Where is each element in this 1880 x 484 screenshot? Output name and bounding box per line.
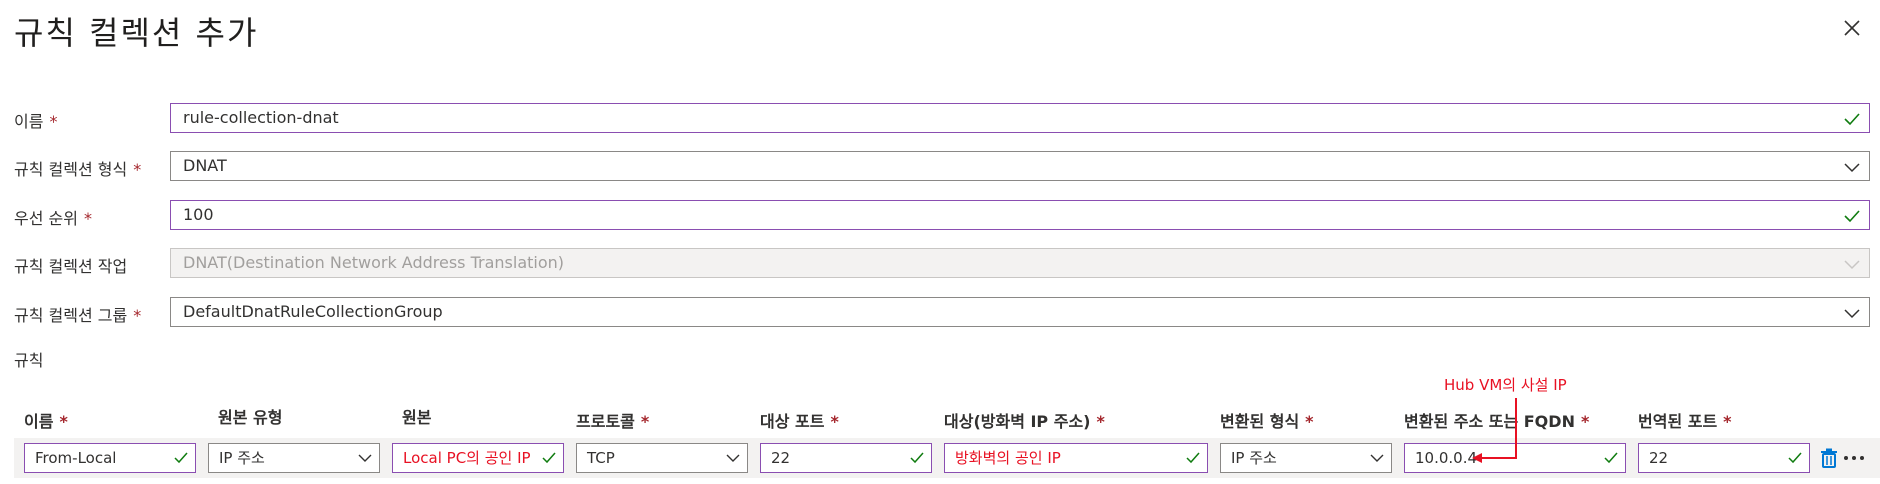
col-header-destination: 대상(방화벽 IP 주소) *	[944, 412, 1105, 431]
name-label: 이름 *	[14, 112, 58, 131]
type-select[interactable]: DNAT	[170, 151, 1870, 181]
check-icon	[1844, 210, 1860, 223]
chevron-down-icon	[1844, 163, 1860, 173]
delete-icon[interactable]	[1820, 448, 1838, 468]
translated-port-input[interactable]: 22	[1638, 443, 1810, 473]
col-header-source: 원본	[402, 408, 432, 427]
col-header-dest-port: 대상 포트 *	[760, 412, 839, 431]
protocol-select[interactable]: TCP	[576, 443, 748, 473]
priority-label: 우선 순위 *	[14, 209, 92, 228]
check-icon	[1788, 452, 1802, 464]
check-icon	[910, 452, 924, 464]
name-input[interactable]: rule-collection-dnat	[170, 103, 1870, 133]
group-label: 규칙 컬렉션 그룹 *	[14, 306, 142, 325]
check-icon	[174, 452, 188, 464]
col-header-translated-port: 번역된 포트 *	[1638, 412, 1732, 431]
source-input[interactable]: Local PC의 공인 IP	[392, 443, 564, 473]
chevron-down-icon	[358, 454, 372, 462]
rules-label: 규칙	[14, 351, 44, 370]
source-type-select[interactable]: IP 주소	[208, 443, 380, 473]
dest-port-input[interactable]: 22	[760, 443, 932, 473]
chevron-down-icon	[726, 454, 740, 462]
annotation-arrow	[1472, 398, 1517, 463]
col-header-translated-type: 변환된 형식 *	[1220, 412, 1314, 431]
action-label: 규칙 컬렉션 작업	[14, 257, 128, 276]
action-select: DNAT(Destination Network Address Transla…	[170, 248, 1870, 278]
col-header-protocol: 프로토콜 *	[576, 412, 650, 431]
check-icon	[1604, 452, 1618, 464]
rule-name-input[interactable]: From-Local	[24, 443, 196, 473]
annotation-label: Hub VM의 사설 IP	[1444, 376, 1567, 394]
priority-input[interactable]: 100	[170, 200, 1870, 230]
chevron-down-icon	[1844, 309, 1860, 319]
chevron-down-icon	[1370, 454, 1384, 462]
col-header-name: 이름 *	[24, 412, 68, 431]
chevron-down-icon	[1844, 260, 1860, 270]
translated-type-select[interactable]: IP 주소	[1220, 443, 1392, 473]
group-select[interactable]: DefaultDnatRuleCollectionGroup	[170, 297, 1870, 327]
check-icon	[542, 452, 556, 464]
col-header-source-type: 원본 유형	[218, 408, 283, 427]
close-icon[interactable]	[1838, 14, 1866, 42]
type-label: 규칙 컬렉션 형식 *	[14, 160, 142, 179]
check-icon	[1186, 452, 1200, 464]
more-icon[interactable]	[1842, 454, 1866, 462]
check-icon	[1844, 113, 1860, 126]
dialog-title: 규칙 컬렉션 추가	[14, 14, 259, 52]
destination-input[interactable]: 방화벽의 공인 IP	[944, 443, 1208, 473]
